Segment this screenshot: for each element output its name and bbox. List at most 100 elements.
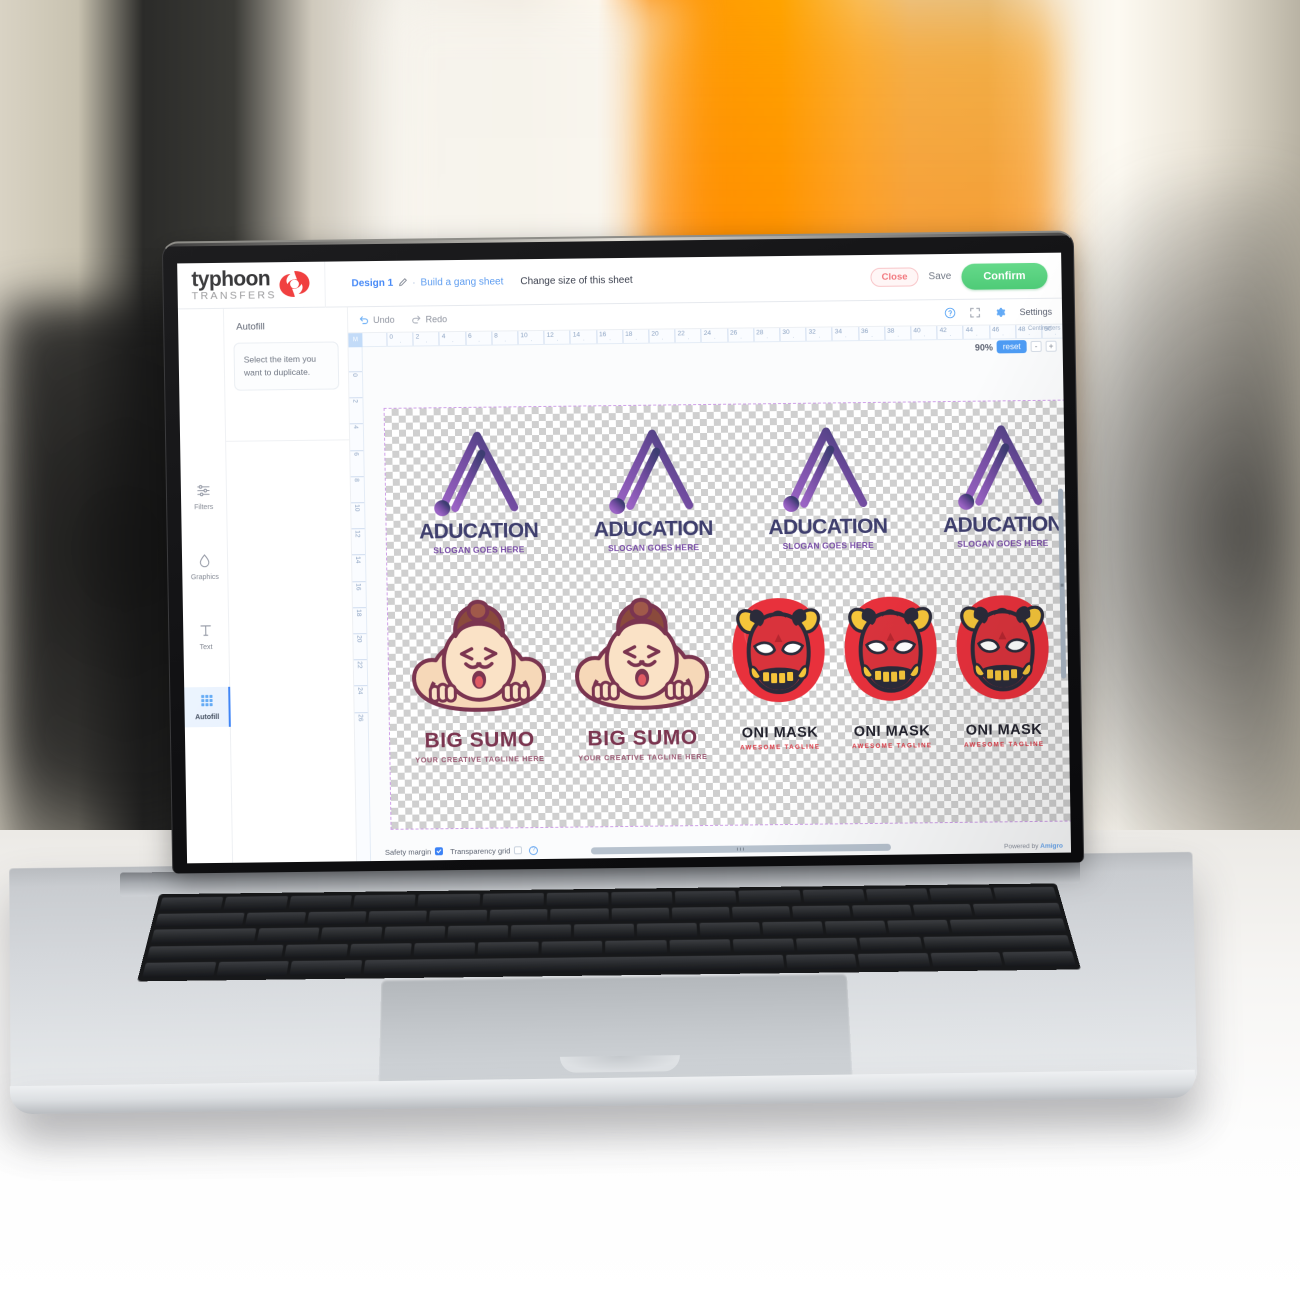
panel-divider <box>226 439 350 442</box>
ruler-minor-tick: . <box>399 338 402 345</box>
ruler-tick-label: 14 <box>572 331 581 339</box>
change-sheet-size-link[interactable]: Change size of this sheet <box>520 275 632 287</box>
design-title: ONI MASK <box>965 721 1043 739</box>
design-item-aducation[interactable]: ADUCATION SLOGAN GOES HERE <box>397 419 560 591</box>
gear-icon[interactable] <box>994 306 1006 318</box>
laptop-screen: typhoon TRANSFERS Design 1 · Build a gan… <box>177 252 1072 864</box>
ruler-tick-label: 18 <box>625 330 633 338</box>
undo-button[interactable]: Undo <box>358 314 395 325</box>
build-gang-sheet-link[interactable]: Build a gang sheet <box>420 276 503 288</box>
design-tagline: AWESOME TAGLINE <box>740 743 821 752</box>
ruler-tick-label: 6 <box>467 332 472 340</box>
design-item-big-sumo[interactable]: BIG SUMO YOUR CREATIVE TAGLINE HERE <box>396 597 563 811</box>
ruler-minor-tick: . <box>713 334 716 341</box>
ruler-corner-button[interactable]: M <box>348 333 363 348</box>
sidebar-item-text[interactable]: Text <box>183 617 230 658</box>
sumo-wrestler-icon <box>402 597 554 727</box>
ruler-tick-label: 34 <box>834 328 843 336</box>
ruler-tick <box>350 475 364 478</box>
ruler-minor-tick: . <box>661 335 664 342</box>
design-item-oni-mask[interactable]: ONI MASK AWESOME TAGLINE <box>946 591 1062 804</box>
question-circle-icon[interactable]: ? <box>529 845 539 855</box>
gang-sheet-builder-app: typhoon TRANSFERS Design 1 · Build a gan… <box>177 252 1072 864</box>
ruler-minor-tick: . <box>975 331 978 338</box>
powered-by-brand: Amigro <box>1040 842 1063 850</box>
powered-by-prefix: Powered by <box>1003 842 1041 851</box>
confirm-button[interactable]: Confirm <box>961 262 1048 290</box>
safety-margin-toggle[interactable]: Safety margin <box>384 846 444 857</box>
laptop-front-notch <box>559 1055 681 1073</box>
ruler-tick-label: 2 <box>415 333 420 341</box>
education-logo-row: ADUCATION SLOGAN GOES HERE ADUCATION SLO… <box>397 412 1071 590</box>
ruler-tick-label: 0 <box>350 373 359 377</box>
design-tagline: YOUR CREATIVE TAGLINE HERE <box>578 751 708 763</box>
zoom-controls: 90% reset - + <box>975 340 1057 354</box>
safety-margin-label: Safety margin <box>384 846 432 857</box>
ruler-tick-label: 10 <box>353 504 361 512</box>
question-circle-icon[interactable] <box>944 306 956 318</box>
ruler-tick <box>352 554 366 556</box>
ruler-tick-label: 20 <box>651 330 659 338</box>
sidebar-item-filters[interactable]: Filters <box>180 477 227 518</box>
design-item-aducation[interactable]: ADUCATION SLOGAN GOES HERE <box>571 417 734 589</box>
laptop-lid: typhoon TRANSFERS Design 1 · Build a gan… <box>161 230 1085 874</box>
ruler-tick-label: 42 <box>939 327 947 335</box>
design-slogan: SLOGAN GOES HERE <box>433 544 525 556</box>
ruler-tick <box>348 371 362 373</box>
design-item-oni-mask[interactable]: ONI MASK AWESOME TAGLINE <box>834 592 950 805</box>
redo-arrow-icon <box>411 313 422 324</box>
ruler-minor-tick: . <box>504 337 507 344</box>
canvas-viewport[interactable]: ADUCATION SLOGAN GOES HERE ADUCATION SLO… <box>363 339 1072 861</box>
ruler-tick-label: 20 <box>355 635 363 643</box>
design-tagline: YOUR CREATIVE TAGLINE HERE <box>415 753 545 765</box>
zoom-out-button[interactable]: - <box>1030 340 1042 353</box>
safety-margin-checkbox[interactable] <box>435 847 444 856</box>
grid-icon <box>199 693 214 708</box>
ruler-minor-tick: . <box>923 332 926 339</box>
ruler-minor-tick: . <box>530 337 533 344</box>
design-item-aducation[interactable]: ADUCATION SLOGAN GOES HERE <box>746 415 909 587</box>
zoom-in-button[interactable]: + <box>1045 340 1057 352</box>
ruler-tick-label: 36 <box>860 327 869 336</box>
breadcrumb-design-name[interactable]: Design 1 <box>351 278 393 290</box>
design-title: ADUCATION <box>942 512 1063 538</box>
transparency-grid-toggle[interactable]: Transparency grid <box>450 846 523 856</box>
ruler-tick-label: 8 <box>494 332 498 340</box>
ruler-tick-label: 0 <box>389 333 394 341</box>
sidebar-item-label: Autofill <box>195 713 220 722</box>
design-item-oni-mask[interactable]: ONI MASK AWESOME TAGLINE <box>722 593 838 806</box>
expand-frame-icon[interactable] <box>969 306 981 318</box>
settings-label[interactable]: Settings <box>1019 306 1052 316</box>
design-item-big-sumo[interactable]: BIG SUMO YOUR CREATIVE TAGLINE HERE <box>559 595 726 809</box>
ruler-tick-label: 48 <box>1018 326 1026 334</box>
ruler-tick-label: 22 <box>355 661 363 669</box>
close-button[interactable]: Close <box>870 267 919 287</box>
brand-wordmark: typhoon TRANSFERS <box>191 268 277 303</box>
gang-sheet-contents: ADUCATION SLOGAN GOES HERE ADUCATION SLO… <box>389 404 1071 824</box>
zoom-reset-button[interactable]: reset <box>996 340 1027 354</box>
ruler-tick-label: 24 <box>356 687 364 695</box>
design-slogan: SLOGAN GOES HERE <box>607 542 700 554</box>
transparency-grid-checkbox[interactable] <box>514 846 523 855</box>
ruler-tick <box>353 633 367 635</box>
pencil-icon[interactable] <box>398 278 407 289</box>
ruler-tick-label: 32 <box>808 328 816 336</box>
oni-demon-mask-icon <box>950 591 1056 722</box>
ruler-tick <box>352 580 366 582</box>
gang-sheet[interactable]: ADUCATION SLOGAN GOES HERE ADUCATION SLO… <box>383 399 1072 830</box>
undo-label: Undo <box>373 314 395 325</box>
ruler-minor-tick: . <box>871 332 873 339</box>
redo-label: Redo <box>425 313 448 324</box>
brand-logo[interactable]: typhoon TRANSFERS <box>177 261 326 309</box>
ruler-minor-tick: . <box>425 338 428 345</box>
ruler-tick-label: 24 <box>703 329 712 337</box>
design-slogan: SLOGAN GOES HERE <box>957 537 1049 549</box>
sidebar-item-autofill[interactable]: Autofill <box>183 686 231 728</box>
ruler-tick-label: 16 <box>598 331 607 339</box>
design-item-aducation[interactable]: ADUCATION SLOGAN GOES HERE <box>921 412 1071 584</box>
design-title: ADUCATION <box>418 519 539 544</box>
save-button[interactable]: Save <box>928 271 951 282</box>
redo-button[interactable]: Redo <box>411 313 448 324</box>
sidebar-item-graphics[interactable]: Graphics <box>181 547 228 588</box>
ruler-tick-label: 28 <box>756 329 764 337</box>
